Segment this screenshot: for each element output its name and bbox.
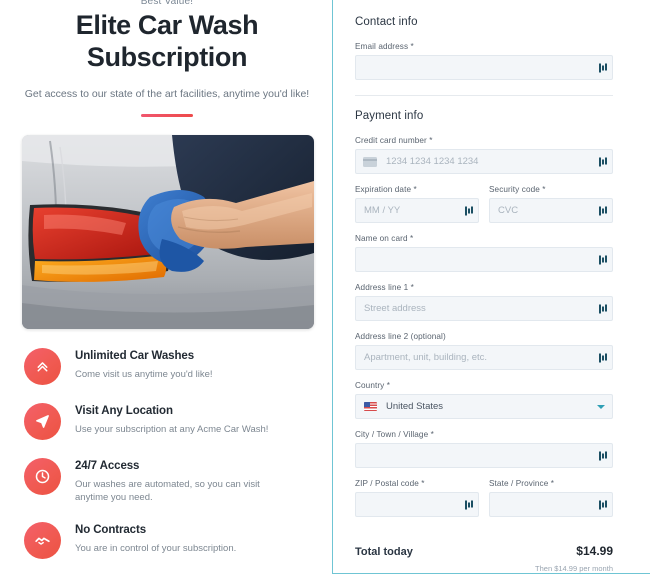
marketing-column: Best Value! Elite Car Wash Subscription … [0, 0, 332, 574]
page-title-line1: Elite Car Wash [75, 10, 259, 40]
page-subtitle: Get access to our state of the art facil… [24, 88, 310, 100]
feature-description: Our washes are automated, so you can vis… [75, 479, 260, 503]
feature-description: Use your subscription at any Acme Car Wa… [75, 424, 269, 435]
checkout-panel: Contact info Email address * Payment inf… [332, 0, 650, 574]
cvc-label: Security code * [489, 185, 546, 194]
address-line-2-input[interactable]: Apartment, unit, building, etc. [355, 345, 613, 370]
total-amount: $14.99 [576, 544, 613, 558]
expiry-label: Expiration date * [355, 185, 417, 194]
autofill-icon[interactable] [465, 499, 474, 510]
contact-info-heading: Contact info [355, 16, 418, 28]
card-number-placeholder: 1234 1234 1234 1234 [386, 156, 479, 167]
name-on-card-input[interactable] [355, 247, 613, 272]
clock-icon [24, 458, 61, 495]
section-divider [355, 95, 613, 96]
autofill-icon[interactable] [599, 352, 608, 363]
state-input[interactable] [489, 492, 613, 517]
state-field-group: State / Province * [489, 479, 613, 517]
address-line-1-label: Address line 1 * [355, 283, 414, 292]
expiry-field-group: Expiration date * MM / YY [355, 185, 479, 223]
paper-plane-icon [24, 403, 61, 440]
total-row: Total today $14.99 [355, 544, 613, 558]
feature-description: You are in control of your subscription. [75, 543, 237, 554]
email-input[interactable] [355, 55, 613, 80]
city-field-group: City / Town / Village * [355, 430, 613, 468]
feature-item: No Contracts You are in control of your … [24, 521, 312, 559]
autofill-icon[interactable] [465, 205, 474, 216]
address-line-2-field-group: Address line 2 (optional) Apartment, uni… [355, 332, 613, 370]
handshake-icon [24, 522, 61, 559]
autofill-icon[interactable] [599, 205, 608, 216]
accent-divider [141, 114, 193, 117]
total-label: Total today [355, 546, 413, 558]
name-on-card-label: Name on card * [355, 234, 414, 243]
autofill-icon[interactable] [599, 303, 608, 314]
country-select[interactable]: United States [355, 394, 613, 419]
feature-item: Visit Any Location Use your subscription… [24, 402, 312, 440]
address-line-1-placeholder: Street address [364, 303, 426, 314]
car-wash-photo-icon [22, 135, 314, 329]
zip-label: ZIP / Postal code * [355, 479, 425, 488]
page-title: Elite Car Wash Subscription [22, 9, 312, 73]
us-flag-icon [364, 402, 377, 411]
feature-item: Unlimited Car Washes Come visit us anyti… [24, 347, 312, 385]
autofill-icon[interactable] [599, 156, 608, 167]
page-title-line2: Subscription [86, 42, 248, 72]
address-line-1-input[interactable]: Street address [355, 296, 613, 321]
payment-info-heading: Payment info [355, 110, 424, 122]
hero-image [22, 135, 314, 329]
feature-list: Unlimited Car Washes Come visit us anyti… [24, 347, 312, 559]
address-line-2-placeholder: Apartment, unit, building, etc. [364, 352, 488, 363]
expiry-input[interactable]: MM / YY [355, 198, 479, 223]
zip-field-group: ZIP / Postal code * [355, 479, 479, 517]
autofill-icon[interactable] [599, 450, 608, 461]
address-line-2-label: Address line 2 (optional) [355, 332, 446, 341]
autofill-icon[interactable] [599, 254, 608, 265]
card-number-input[interactable]: 1234 1234 1234 1234 [355, 149, 613, 174]
card-number-label: Credit card number * [355, 136, 433, 145]
feature-title: 24/7 Access [75, 460, 140, 472]
country-label: Country * [355, 381, 391, 390]
state-label: State / Province * [489, 479, 555, 488]
autofill-icon[interactable] [599, 499, 608, 510]
cvc-field-group: Security code * CVC [489, 185, 613, 223]
email-label: Email address * [355, 42, 414, 51]
feature-title: Visit Any Location [75, 405, 173, 417]
recurring-note: Then $14.99 per month [535, 564, 613, 573]
zip-input[interactable] [355, 492, 479, 517]
email-field-group: Email address * [355, 42, 613, 80]
autofill-icon[interactable] [599, 62, 608, 73]
cvc-input[interactable]: CVC [489, 198, 613, 223]
feature-title: Unlimited Car Washes [75, 350, 194, 362]
address-line-1-field-group: Address line 1 * Street address [355, 283, 613, 321]
expiry-placeholder: MM / YY [364, 205, 401, 216]
double-chevron-up-icon [24, 348, 61, 385]
country-selected-value: United States [386, 401, 444, 412]
chevron-down-icon[interactable] [597, 404, 605, 409]
feature-item: 24/7 Access Our washes are automated, so… [24, 457, 312, 504]
credit-card-icon [363, 156, 377, 167]
feature-title: No Contracts [75, 524, 147, 536]
eyebrow-text: Best Value! [22, 0, 312, 5]
cvc-placeholder: CVC [498, 205, 519, 216]
card-number-field-group: Credit card number * 1234 1234 1234 1234 [355, 136, 613, 174]
city-input[interactable] [355, 443, 613, 468]
name-on-card-field-group: Name on card * [355, 234, 613, 272]
city-label: City / Town / Village * [355, 430, 434, 439]
checkout-page: Best Value! Elite Car Wash Subscription … [0, 0, 650, 574]
country-field-group: Country * United States [355, 381, 613, 419]
feature-description: Come visit us anytime you'd like! [75, 369, 213, 380]
